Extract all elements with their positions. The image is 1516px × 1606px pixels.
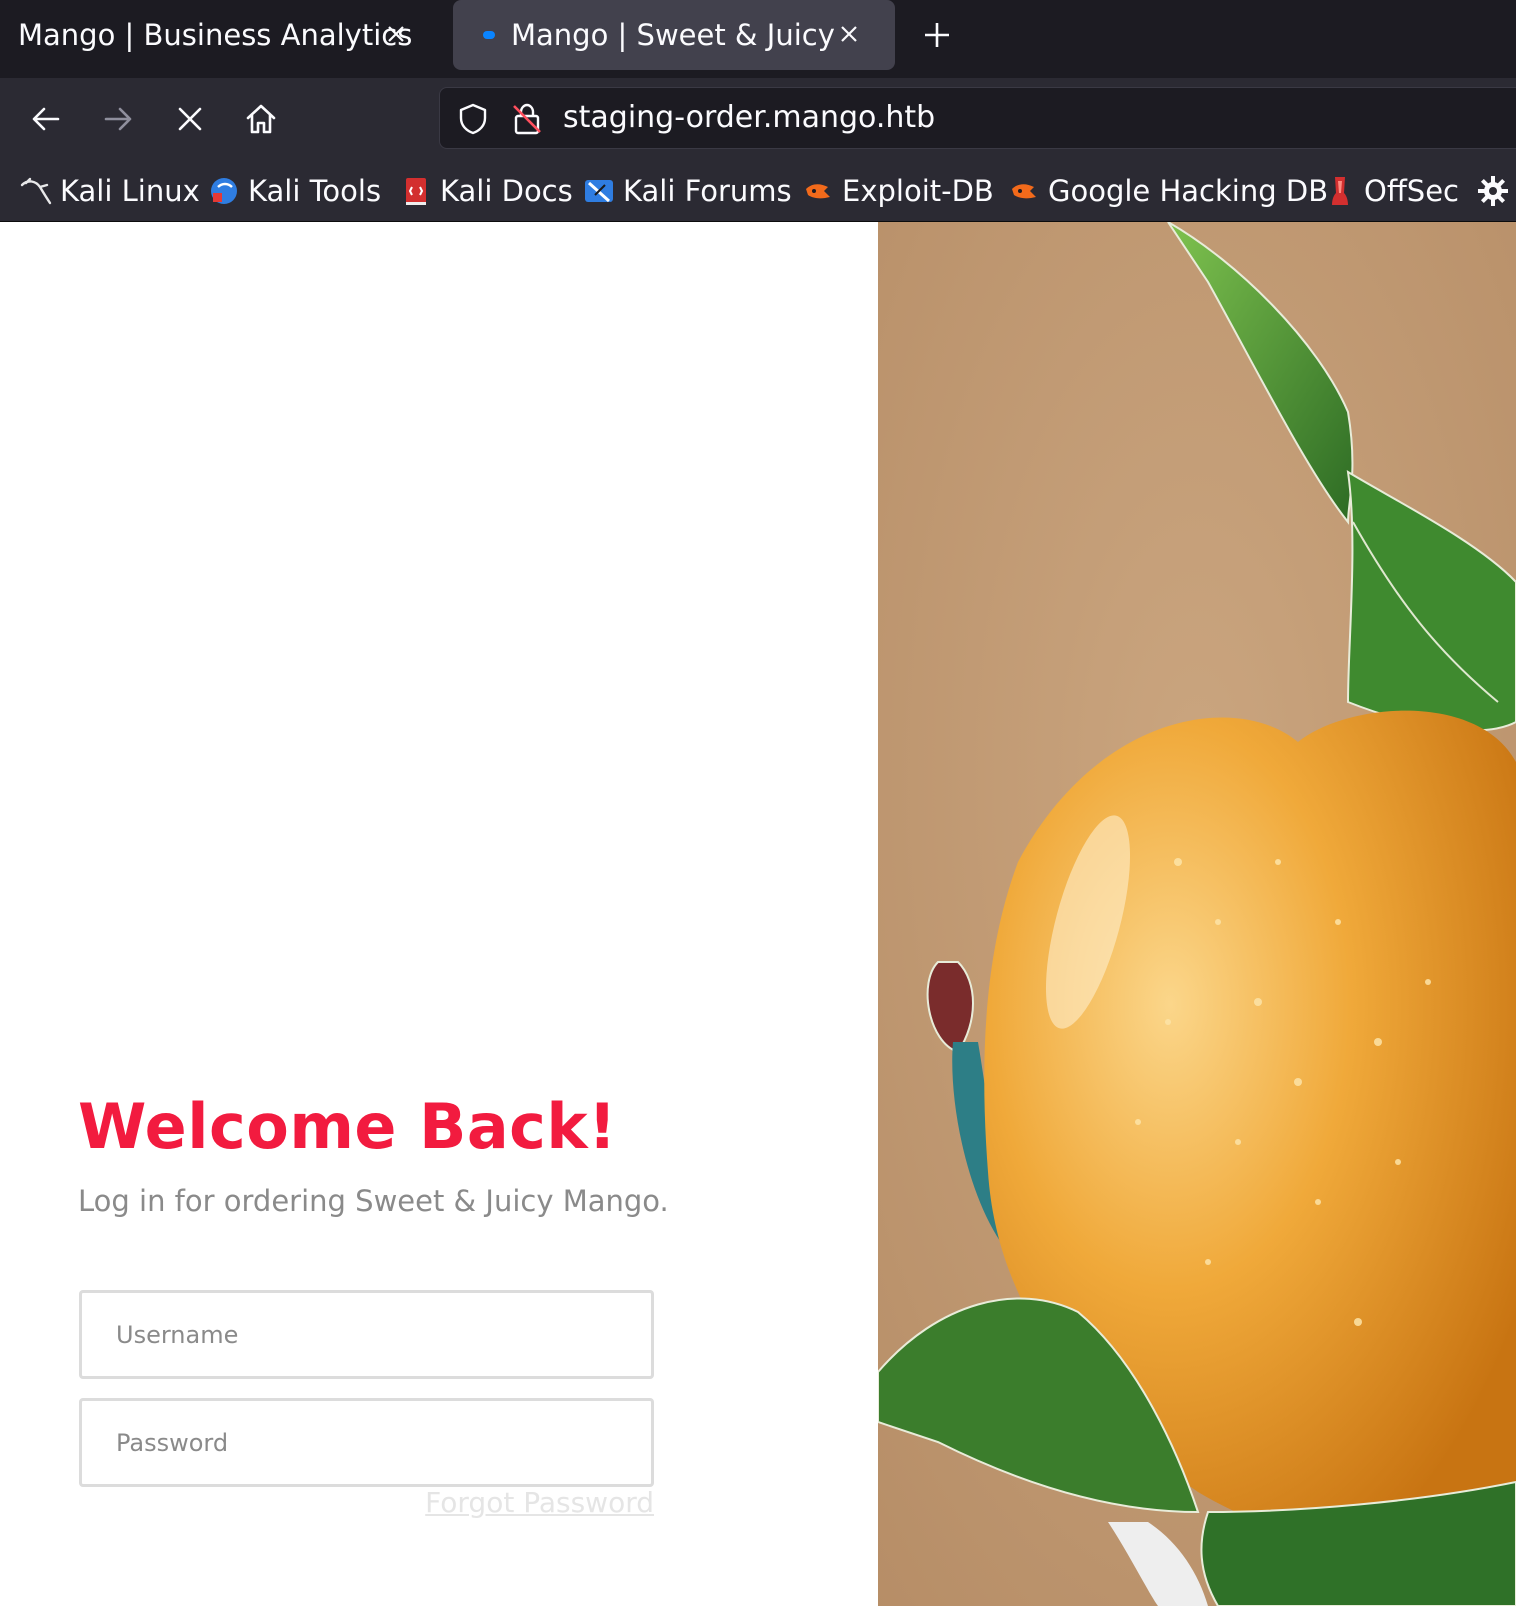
- mango-hero-image: [878, 222, 1516, 1606]
- tab-business-analytics[interactable]: Mango | Business Analytics: [0, 0, 442, 70]
- forgot-password-link[interactable]: Forgot Password: [425, 1486, 654, 1519]
- password-input[interactable]: [79, 1398, 654, 1487]
- kali-docs-icon: [400, 175, 432, 207]
- bookmark-offsec[interactable]: OffSec: [1324, 172, 1459, 210]
- login-panel: Welcome Back! Log in for ordering Sweet …: [0, 222, 878, 1606]
- shield-icon[interactable]: [456, 102, 490, 136]
- tab-title: Mango | Business Analytics: [18, 18, 413, 52]
- bookmark-label: Kali Tools: [248, 174, 382, 208]
- home-button[interactable]: [238, 96, 284, 142]
- kali-tools-icon: [208, 175, 240, 207]
- close-icon[interactable]: [833, 18, 865, 50]
- kali-dragon-icon: [20, 175, 52, 207]
- bookmark-label: Kali Forums: [623, 174, 792, 208]
- web-page: Welcome Back! Log in for ordering Sweet …: [0, 222, 1516, 1606]
- offsec-icon: [1324, 175, 1356, 207]
- bookmark-kali-tools[interactable]: Kali Tools: [208, 172, 381, 210]
- back-arrow-icon: [32, 107, 60, 131]
- stop-loading-button[interactable]: [167, 96, 213, 142]
- loading-indicator-icon: [483, 31, 495, 39]
- back-button[interactable]: [23, 96, 69, 142]
- username-input[interactable]: [79, 1290, 654, 1379]
- url-text: staging-order.mango.htb: [563, 100, 936, 135]
- bookmark-kali-forums[interactable]: Kali Forums: [583, 172, 792, 210]
- ghdb-icon: [1008, 175, 1040, 207]
- bookmark-kali-linux[interactable]: Kali Linux: [20, 172, 200, 210]
- address-bar[interactable]: staging-order.mango.htb: [439, 87, 1516, 149]
- login-subtitle: Log in for ordering Sweet & Juicy Mango.: [78, 1184, 669, 1218]
- bookmark-label: Kali Docs: [440, 174, 573, 208]
- navigation-toolbar: staging-order.mango.htb: [0, 78, 1516, 160]
- bookmark-label: Kali Linux: [60, 174, 200, 208]
- bookmark-kali-docs[interactable]: Kali Docs: [400, 172, 573, 210]
- insecure-lock-icon[interactable]: [510, 102, 544, 136]
- forward-button[interactable]: [95, 96, 141, 142]
- home-icon: [246, 104, 276, 134]
- browser-tab-bar: Mango | Business Analytics Mango | Sweet…: [0, 0, 1516, 78]
- bookmark-exploit-db[interactable]: Exploit-DB: [802, 172, 994, 210]
- close-icon[interactable]: [380, 18, 412, 50]
- bookmarks-settings-button[interactable]: [1476, 172, 1510, 210]
- gear-icon: [1478, 176, 1508, 206]
- bookmark-google-hacking-db[interactable]: Google Hacking DB: [1008, 172, 1328, 210]
- mango-illustration: [878, 222, 1516, 1606]
- bookmark-label: Google Hacking DB: [1048, 174, 1329, 208]
- bookmarks-toolbar: Kali Linux Kali Tools Kali Docs Kali For…: [0, 160, 1516, 222]
- exploit-db-icon: [802, 175, 834, 207]
- new-tab-plus-icon[interactable]: [920, 18, 954, 52]
- page-title: Welcome Back!: [78, 1090, 617, 1163]
- forward-arrow-icon: [104, 107, 132, 131]
- kali-forums-icon: [583, 175, 615, 207]
- stop-x-icon: [178, 107, 202, 131]
- tab-title: Mango | Sweet & Juicy: [511, 18, 835, 52]
- bookmark-label: Exploit-DB: [842, 174, 994, 208]
- tab-sweet-juicy[interactable]: Mango | Sweet & Juicy: [453, 0, 895, 70]
- bookmark-label: OffSec: [1364, 174, 1460, 208]
